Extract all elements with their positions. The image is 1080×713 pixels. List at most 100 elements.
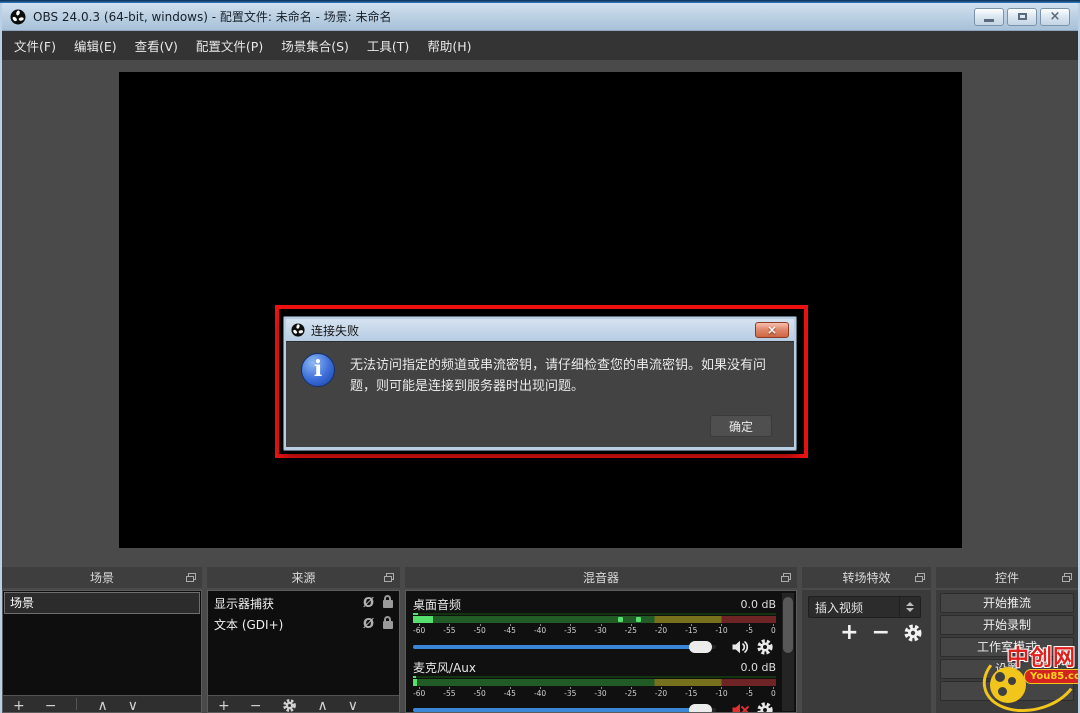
chevron-up-icon <box>906 602 914 606</box>
popout-icon[interactable] <box>917 573 925 580</box>
meter-scale: -60-55-50-45-40-35-30-25-20-15-10-50 <box>413 687 776 699</box>
scenes-panel-title: 场景 <box>90 569 114 586</box>
source-row-text-gdi[interactable]: 文本 (GDI+) Ø <box>208 614 399 635</box>
remove-source-button[interactable]: − <box>250 698 262 712</box>
menu-item-help[interactable]: 帮助(H) <box>425 32 473 59</box>
transitions-panel-header[interactable]: 转场特效 <box>802 567 931 588</box>
scenes-panel: 场景 场景 + − ∧ ∨ <box>2 567 202 713</box>
settings-button[interactable]: 设置 <box>940 659 1074 679</box>
sources-panel-title: 来源 <box>291 569 315 586</box>
minimize-button[interactable] <box>974 8 1004 26</box>
gear-icon[interactable] <box>754 638 776 656</box>
sources-toolbar: + − ∧ ∨ <box>208 695 399 712</box>
mixer-scrollbar[interactable] <box>782 593 794 711</box>
ok-button[interactable]: 确定 <box>710 415 772 437</box>
scrollbar-thumb[interactable] <box>783 597 793 653</box>
menu-item-profile[interactable]: 配置文件(P) <box>194 32 265 59</box>
transitions-panel-title: 转场特效 <box>842 569 890 586</box>
info-icon: i <box>301 353 335 387</box>
maximize-button[interactable] <box>1007 8 1037 26</box>
exit-button[interactable]: 退出 <box>940 681 1074 701</box>
meter-scale: -60-55-50-45-40-35-30-25-20-15-10-50 <box>413 624 776 636</box>
transitions-body: 插入视频 + − <box>802 590 931 713</box>
toolbar-separator <box>76 698 77 710</box>
chevron-down-icon <box>906 608 914 612</box>
menu-item-view[interactable]: 查看(V) <box>133 32 180 59</box>
transition-select[interactable]: 插入视频 <box>808 596 921 618</box>
menu-item-tools[interactable]: 工具(T) <box>365 32 411 59</box>
window-titlebar[interactable]: OBS 24.0.3 (64-bit, windows) - 配置文件: 未命名… <box>2 3 1078 31</box>
obs-logo-icon <box>10 9 26 25</box>
menu-bar: 文件(F) 编辑(E) 查看(V) 配置文件(P) 场景集合(S) 工具(T) … <box>2 31 1078 60</box>
controls-panel-title: 控件 <box>995 569 1019 586</box>
channel-name: 桌面音频 <box>413 596 461 613</box>
speaker-icon[interactable] <box>729 637 751 657</box>
move-source-up-button[interactable]: ∧ <box>317 698 327 712</box>
source-label: 显示器捕获 <box>214 595 274 612</box>
speaker-muted-icon[interactable] <box>729 700 751 713</box>
popout-icon[interactable] <box>188 573 196 580</box>
channel-name: 麦克风/Aux <box>413 659 476 676</box>
volume-meter <box>413 679 776 686</box>
start-streaming-button[interactable]: 开始推流 <box>940 593 1074 613</box>
channel-db-value: 0.0 dB <box>740 598 776 611</box>
transition-selected-value: 插入视频 <box>809 599 899 616</box>
controls-body: 开始推流 开始录制 工作室模式 设置 退出 <box>936 590 1078 713</box>
maximize-icon <box>1018 13 1027 20</box>
dialog-titlebar[interactable]: 连接失败 × <box>286 319 794 341</box>
window-left-border <box>0 3 2 713</box>
volume-slider[interactable] <box>413 645 716 649</box>
channel-db-value: 0.0 dB <box>740 661 776 674</box>
volume-meter-peak <box>413 676 776 678</box>
popout-icon[interactable] <box>783 573 791 580</box>
dialog-message: 无法访问指定的频道或串流密钥，请仔细检查您的串流密钥。如果没有问题，则可能是连接… <box>350 355 784 397</box>
mixer-panel-header[interactable]: 混音器 <box>405 567 797 588</box>
move-source-down-button[interactable]: ∨ <box>348 698 358 712</box>
menu-item-file[interactable]: 文件(F) <box>12 32 58 59</box>
start-recording-button[interactable]: 开始录制 <box>940 615 1074 635</box>
scenes-toolbar: + − ∧ ∨ <box>3 695 201 712</box>
move-scene-down-button[interactable]: ∨ <box>128 698 138 712</box>
menu-item-scene-collection[interactable]: 场景集合(S) <box>279 32 351 59</box>
dialog-close-button[interactable]: × <box>755 322 789 338</box>
mixer-channel-desktop-audio: 桌面音频 0.0 dB -60-55-50-45-40-35-30-25-20-… <box>413 596 776 655</box>
volume-meter-peak <box>413 613 776 615</box>
popout-icon[interactable] <box>1064 573 1072 580</box>
source-row-display-capture[interactable]: 显示器捕获 Ø <box>208 593 399 614</box>
popout-icon[interactable] <box>386 573 394 580</box>
volume-meter <box>413 616 776 623</box>
visibility-off-icon[interactable]: Ø <box>363 597 374 610</box>
lock-icon[interactable] <box>383 600 393 608</box>
dialog-body: i 无法访问指定的频道或串流密钥，请仔细检查您的串流密钥。如果没有问题，则可能是… <box>286 341 794 447</box>
dialog-title: 连接失败 <box>311 322 359 339</box>
scene-list-item[interactable]: 场景 <box>4 592 200 614</box>
add-transition-button[interactable]: + <box>840 622 858 644</box>
annotation-box: 连接失败 × i 无法访问指定的频道或串流密钥，请仔细检查您的串流密钥。如果没有… <box>275 305 808 458</box>
scenes-list: 场景 + − ∧ ∨ <box>2 590 202 713</box>
remove-transition-button[interactable]: − <box>872 622 890 644</box>
controls-panel-header[interactable]: 控件 <box>936 567 1078 588</box>
source-properties-gear-icon[interactable] <box>281 698 297 712</box>
close-button[interactable]: × <box>1040 8 1070 26</box>
minimize-icon <box>984 19 994 22</box>
spinner-control[interactable] <box>899 597 920 617</box>
lock-icon[interactable] <box>383 621 393 629</box>
volume-slider[interactable] <box>413 708 716 712</box>
window-title: OBS 24.0.3 (64-bit, windows) - 配置文件: 未命名… <box>33 8 392 25</box>
visibility-off-icon[interactable]: Ø <box>363 618 374 631</box>
scenes-panel-header[interactable]: 场景 <box>2 567 202 588</box>
close-icon: × <box>1050 10 1061 23</box>
menu-item-edit[interactable]: 编辑(E) <box>72 32 119 59</box>
studio-mode-button[interactable]: 工作室模式 <box>940 637 1074 657</box>
move-scene-up-button[interactable]: ∧ <box>97 698 107 712</box>
add-source-button[interactable]: + <box>218 698 230 712</box>
dock-area: 场景 场景 + − ∧ ∨ 来源 显示器 <box>0 565 1080 713</box>
remove-scene-button[interactable]: − <box>45 698 57 712</box>
volume-slider-handle[interactable] <box>689 704 712 713</box>
transition-properties-gear-icon[interactable] <box>903 623 923 643</box>
add-scene-button[interactable]: + <box>13 698 25 712</box>
sources-panel-header[interactable]: 来源 <box>207 567 400 588</box>
gear-icon[interactable] <box>754 701 776 713</box>
volume-slider-handle[interactable] <box>689 641 712 653</box>
source-label: 文本 (GDI+) <box>214 616 283 633</box>
